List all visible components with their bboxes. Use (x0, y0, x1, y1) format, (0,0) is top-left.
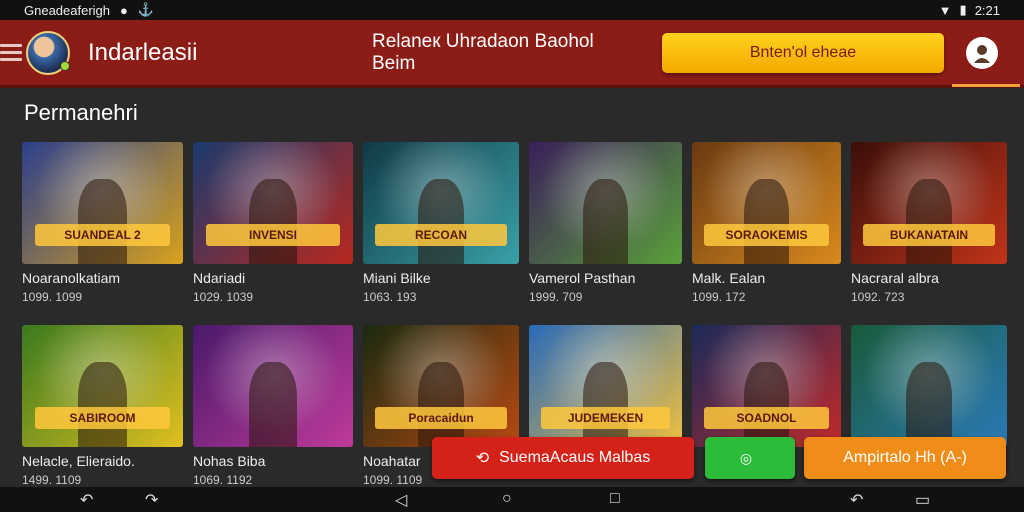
game-thumbnail[interactable] (193, 325, 353, 447)
game-title: Nelacle, Elieraido. (22, 453, 135, 469)
game-meta: 1092. 723 (851, 290, 905, 304)
game-thumbnail[interactable] (851, 325, 1007, 447)
avatar[interactable] (26, 30, 70, 75)
app-bar: Indarleasii Relaneк Uhradaon Baohol Beim… (0, 20, 1024, 88)
game-card[interactable]: INVENSI Ndariadi 1029. 1039 (193, 142, 353, 307)
recents-square-icon[interactable]: □ (610, 490, 620, 508)
app-title: Indarleasii (88, 38, 198, 66)
game-thumbnail[interactable]: SUANDEAL 2 (22, 142, 183, 264)
profile-tab-indicator (952, 84, 1020, 87)
game-title: Nohas Biba (193, 453, 266, 469)
back-icon[interactable]: ↶ (80, 490, 93, 510)
game-thumbnail[interactable]: JUDEMEKEN (529, 325, 682, 447)
game-banner: Poracaidun (375, 407, 507, 429)
game-thumbnail[interactable]: SORAOKEMIS (692, 142, 841, 264)
game-meta: 1099. 1099 (22, 290, 83, 304)
green-action-button[interactable]: ◎ (705, 437, 795, 479)
game-thumbnail[interactable]: INVENSI (193, 142, 353, 264)
wifi-icon: ▼ (938, 2, 952, 18)
game-title: Noaranolkatiam (22, 270, 121, 286)
game-banner: RECOAN (375, 224, 507, 246)
action-button[interactable]: Bnten'ol eheae (662, 32, 944, 73)
section-title: Permanehri (24, 100, 138, 125)
battery-icon: ▮ (959, 2, 967, 17)
game-meta: 1499. 1109 (22, 473, 82, 487)
game-title: Malk. Ealan (692, 270, 766, 286)
game-thumbnail[interactable]: SOADNOL (692, 325, 841, 447)
red-action-button[interactable]: ⟲ SuemaAcaus Malbas (432, 437, 694, 479)
game-meta: 1999. 709 (529, 290, 583, 304)
game-banner: INVENSI (205, 224, 341, 246)
game-banner: SABIROOM (34, 407, 171, 429)
home-triangle-icon[interactable]: ◁ (395, 490, 407, 510)
game-card[interactable]: RECOAN Miani Bilke 1063. 193 (363, 142, 519, 307)
profile-icon[interactable] (966, 36, 998, 69)
game-banner: BUKANATAIN (863, 224, 995, 246)
game-thumbnail[interactable]: SABIROOM (22, 325, 183, 447)
status-bar: Gneadeaferigh ● ⚓ ▼ ▮ 2:21 (0, 0, 1024, 20)
game-card[interactable]: BUKANATAIN Nacraral albra 1092. 723 (851, 142, 1007, 307)
game-thumbnail[interactable] (529, 142, 682, 264)
back-arrow-icon[interactable]: ↶ (850, 490, 863, 510)
system-nav-bar: ↶ ↷ ◁ ○ □ ↶ ▭ (0, 487, 1024, 512)
game-meta: 1099. 172 (692, 290, 746, 304)
game-card[interactable]: SORAOKEMIS Malk. Ealan 1099. 172 (692, 142, 841, 307)
game-banner: SORAOKEMIS (703, 224, 830, 246)
game-thumbnail[interactable]: Poracaidun (363, 325, 519, 447)
game-title: Miani Bilke (363, 270, 431, 286)
status-time: 2:21 (974, 2, 1000, 18)
online-status-icon (60, 60, 70, 71)
game-thumbnail[interactable]: RECOAN (363, 142, 519, 264)
game-banner: SUANDEAL 2 (34, 224, 171, 246)
game-meta: 1069. 1192 (193, 473, 253, 487)
window-icon[interactable]: ▭ (915, 490, 930, 510)
app-subtitle: Relaneк Uhradaon Baohol Beim (372, 30, 594, 74)
clock-icon: ◎ (739, 449, 753, 466)
game-card[interactable]: Vamerol Pasthan 1999. 709 (529, 142, 682, 307)
game-banner: SOADNOL (703, 407, 830, 429)
game-title: Ndariadi (193, 270, 246, 286)
red-action-label: SuemaAcaus Malbas (499, 449, 651, 466)
status-left-text: Gneadeaferigh (24, 2, 111, 18)
game-meta: 1063. 193 (363, 290, 417, 304)
game-title: Vamerol Pasthan (529, 270, 636, 286)
menu-icon[interactable] (0, 44, 22, 61)
game-title: Nacraral albra (851, 270, 939, 286)
back-curve-icon[interactable]: ↷ (145, 490, 158, 510)
home-circle-icon[interactable]: ○ (502, 490, 512, 508)
game-meta: 1029. 1039 (193, 290, 254, 304)
game-thumbnail[interactable]: BUKANATAIN (851, 142, 1007, 264)
game-card[interactable]: SABIROOM Nelacle, Elieraido. 1499. 1109 (22, 325, 183, 490)
game-banner: JUDEMEKEN (541, 407, 670, 429)
orange-action-button[interactable]: Ampirtalo Hh (A-) (804, 437, 1006, 479)
game-card[interactable]: Nohas Biba 1069. 1192 (193, 325, 353, 490)
usb-icon: ⚓ (137, 2, 155, 17)
refresh-icon: ⟲ (475, 450, 490, 467)
chat-icon: ● (120, 2, 128, 18)
game-card[interactable]: SUANDEAL 2 Noaranolkatiam 1099. 1099 (22, 142, 183, 307)
